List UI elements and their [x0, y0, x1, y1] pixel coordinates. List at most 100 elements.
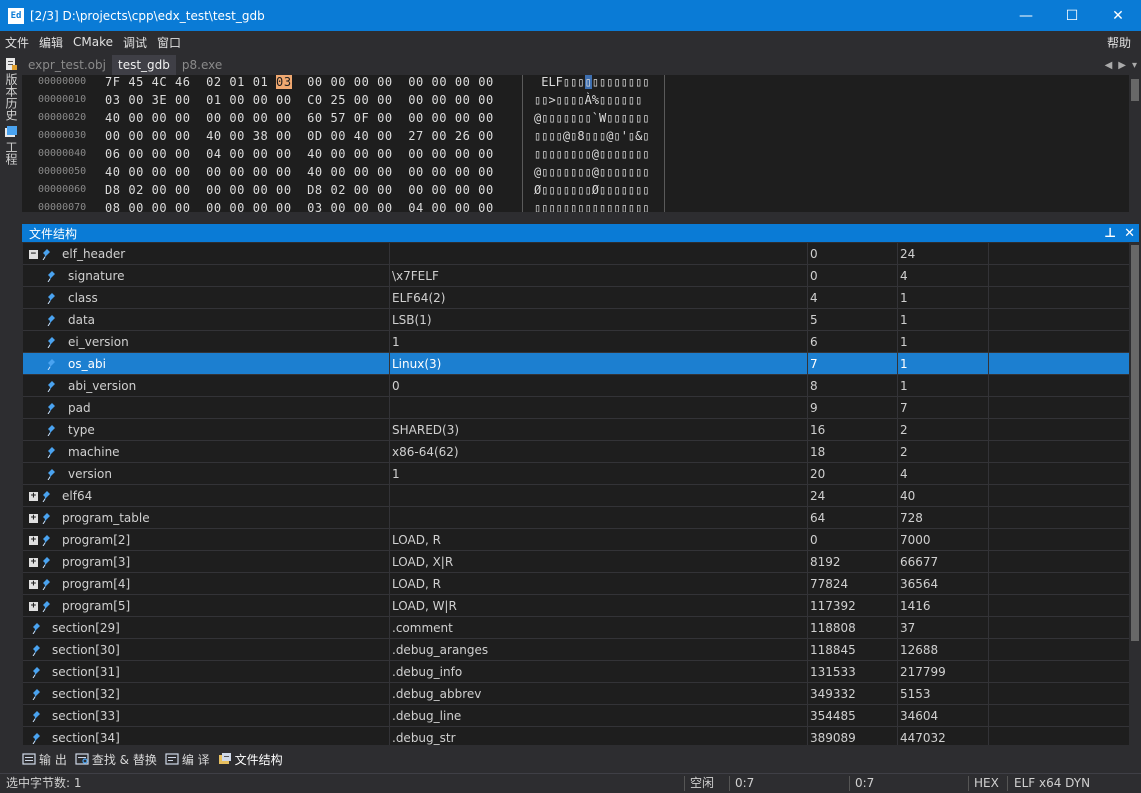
table-row[interactable]: version 1 20 4 — [23, 463, 1129, 485]
column-separator — [807, 639, 808, 661]
menu-window[interactable]: 窗口 — [152, 34, 186, 51]
table-row[interactable]: data LSB(1) 5 1 — [23, 309, 1129, 331]
status-selected-bytes: 选中字节数: 1 — [6, 776, 82, 790]
column-separator — [807, 705, 808, 727]
menu-edit[interactable]: 编辑 — [34, 34, 68, 51]
menu-help[interactable]: 帮助 — [1107, 34, 1131, 51]
hex-row[interactable]: 00000070 08 00 00 00 00 00 00 00 03 00 00… — [22, 199, 1122, 212]
tab-compile[interactable]: 编 译 — [165, 751, 210, 768]
expand-icon[interactable]: + — [29, 492, 38, 501]
tab-find-replace[interactable]: 查找 & 替换 — [75, 751, 157, 768]
hex-row[interactable]: 00000020 40 00 00 00 00 00 00 00 60 57 0F… — [22, 109, 1122, 127]
minimize-button[interactable]: — — [1003, 0, 1049, 31]
tab-expr-test-obj[interactable]: expr_test.obj — [22, 55, 112, 75]
table-row[interactable]: pad 9 7 — [23, 397, 1129, 419]
close-button[interactable]: ✕ — [1095, 0, 1141, 31]
chevron-right-icon[interactable]: ▶ — [1118, 60, 1126, 71]
expand-icon[interactable]: + — [29, 514, 38, 523]
hex-row[interactable]: 00000000 7F 45 4C 46 02 01 01 03 00 00 00… — [22, 75, 1122, 91]
side-tab-project[interactable]: 工程 — [0, 121, 22, 165]
tab-p8-exe[interactable]: p8.exe — [176, 55, 228, 75]
hex-bytes[interactable]: 00 00 00 00 40 00 38 00 0D 00 40 00 27 0… — [105, 127, 494, 145]
column-separator — [988, 419, 989, 441]
pin-icon[interactable]: ⊥ — [1104, 226, 1116, 241]
close-icon[interactable]: ✕ — [1124, 226, 1135, 241]
table-row[interactable]: section[32] .debug_abbrev 349332 5153 — [23, 683, 1129, 705]
hex-view[interactable]: 00000070 08 00 00 00 00 00 00 00 03 00 00… — [22, 75, 1141, 212]
ascii-text[interactable]: ELF▯▯▯▯▯▯▯▯▯▯▯▯ — [534, 75, 650, 91]
table-row[interactable]: section[34] .debug_str 389089 447032 — [23, 727, 1129, 745]
hex-bytes[interactable]: 06 00 00 00 04 00 00 00 40 00 00 00 00 0… — [105, 145, 494, 163]
ascii-text[interactable]: ▯▯>▯▯▯▯À%▯▯▯▯▯▯ — [534, 91, 642, 109]
table-row[interactable]: + program[4] LOAD, R 77824 36564 — [23, 573, 1129, 595]
field-name: type — [68, 423, 95, 437]
collapse-icon[interactable]: − — [29, 250, 38, 259]
expand-icon[interactable]: + — [29, 536, 38, 545]
column-separator — [988, 727, 989, 745]
table-row[interactable]: abi_version 0 8 1 — [23, 375, 1129, 397]
menu-cmake[interactable]: CMake — [68, 35, 118, 49]
table-row[interactable]: + program[3] LOAD, X|R 8192 66677 — [23, 551, 1129, 573]
table-row[interactable]: + program[2] LOAD, R 0 7000 — [23, 529, 1129, 551]
hex-bytes[interactable]: D8 02 00 00 00 00 00 00 D8 02 00 00 00 0… — [105, 181, 494, 199]
table-row[interactable]: + elf64 24 40 — [23, 485, 1129, 507]
side-tab-history[interactable]: 版本历史 — [0, 53, 22, 121]
expand-icon[interactable]: + — [29, 558, 38, 567]
table-row[interactable]: + program[5] LOAD, W|R 117392 1416 — [23, 595, 1129, 617]
ascii-text[interactable]: ▯▯▯▯▯▯▯▯▯▯▯▯▯▯▯▯ — [534, 199, 650, 212]
field-icon — [46, 402, 56, 415]
menu-debug[interactable]: 调试 — [118, 34, 152, 51]
tab-test-gdb[interactable]: test_gdb — [111, 55, 176, 75]
hex-row[interactable]: 00000050 40 00 00 00 00 00 00 00 40 00 00… — [22, 163, 1122, 181]
menu-file[interactable]: 文件 — [0, 34, 34, 51]
tab-file-struct[interactable]: 文件结构 — [218, 751, 283, 768]
hex-bytes[interactable]: 7F 45 4C 46 02 01 01 03 00 00 00 00 00 0… — [105, 75, 494, 91]
struct-scroll-thumb[interactable] — [1131, 245, 1139, 641]
table-row[interactable]: − elf_header 0 24 — [23, 243, 1129, 265]
table-row[interactable]: os_abi Linux(3) 7 1 — [23, 353, 1129, 375]
struct-scrollbar[interactable] — [1129, 243, 1141, 745]
ascii-text[interactable]: @▯▯▯▯▯▯▯`W▯▯▯▯▯▯ — [534, 109, 650, 127]
field-icon — [31, 666, 41, 679]
table-row[interactable]: section[30] .debug_aranges 118845 12688 — [23, 639, 1129, 661]
ascii-cursor[interactable]: ▯ — [584, 75, 592, 89]
ascii-text[interactable]: @▯▯▯▯▯▯▯@▯▯▯▯▯▯▯ — [534, 163, 650, 181]
table-row[interactable]: section[29] .comment 118808 37 — [23, 617, 1129, 639]
ascii-text[interactable]: ▯▯▯▯@▯8▯▯▯@▯'▯&▯ — [534, 127, 650, 145]
hex-row[interactable]: 00000010 03 00 3E 00 01 00 00 00 C0 25 00… — [22, 91, 1122, 109]
field-size: 5153 — [900, 687, 931, 701]
maximize-button[interactable]: ☐ — [1049, 0, 1095, 31]
field-offset: 118808 — [810, 621, 856, 635]
table-row[interactable]: + program_table 64 728 — [23, 507, 1129, 529]
expand-icon[interactable]: + — [29, 602, 38, 611]
hex-row[interactable]: 00000040 06 00 00 00 04 00 00 00 40 00 00… — [22, 145, 1122, 163]
hex-bytes[interactable]: 40 00 00 00 00 00 00 00 40 00 00 00 00 0… — [105, 163, 494, 181]
ascii-text[interactable]: Ø▯▯▯▯▯▯▯Ø▯▯▯▯▯▯▯ — [534, 181, 650, 199]
hex-bytes[interactable]: 03 00 3E 00 01 00 00 00 C0 25 00 00 00 0… — [105, 91, 494, 109]
hex-row[interactable]: 00000030 00 00 00 00 40 00 38 00 0D 00 40… — [22, 127, 1122, 145]
field-offset: 77824 — [810, 577, 849, 591]
app-icon: Ed — [8, 7, 24, 24]
ascii-text[interactable]: ▯▯▯▯▯▯▯▯@▯▯▯▯▯▯▯ — [534, 145, 650, 163]
table-row[interactable]: machine x86-64(62) 18 2 — [23, 441, 1129, 463]
hex-scroll-thumb[interactable] — [1131, 79, 1139, 101]
hex-bytes-text: 00 00 00 00 00 00 00 00 — [291, 75, 494, 89]
column-separator — [807, 661, 808, 683]
table-row[interactable]: class ELF64(2) 4 1 — [23, 287, 1129, 309]
hex-row[interactable]: 00000060 D8 02 00 00 00 00 00 00 D8 02 00… — [22, 181, 1122, 199]
chevron-down-icon[interactable]: ▾ — [1132, 60, 1137, 71]
hex-scrollbar[interactable] — [1129, 75, 1141, 212]
hex-bytes[interactable]: 40 00 00 00 00 00 00 00 60 57 0F 00 00 0… — [105, 109, 494, 127]
table-row[interactable]: section[31] .debug_info 131533 217799 — [23, 661, 1129, 683]
chevron-left-icon[interactable]: ◀ — [1105, 60, 1113, 71]
table-row[interactable]: signature \x7FELF 0 4 — [23, 265, 1129, 287]
column-separator — [988, 595, 989, 617]
table-row[interactable]: section[33] .debug_line 354485 34604 — [23, 705, 1129, 727]
table-row[interactable]: ei_version 1 6 1 — [23, 331, 1129, 353]
field-offset: 118845 — [810, 643, 856, 657]
hex-cursor[interactable]: 03 — [276, 75, 292, 89]
hex-bytes[interactable]: 08 00 00 00 00 00 00 00 03 00 00 00 04 0… — [105, 199, 494, 212]
tab-output[interactable]: 输 出 — [22, 751, 67, 768]
expand-icon[interactable]: + — [29, 580, 38, 589]
table-row[interactable]: type SHARED(3) 16 2 — [23, 419, 1129, 441]
